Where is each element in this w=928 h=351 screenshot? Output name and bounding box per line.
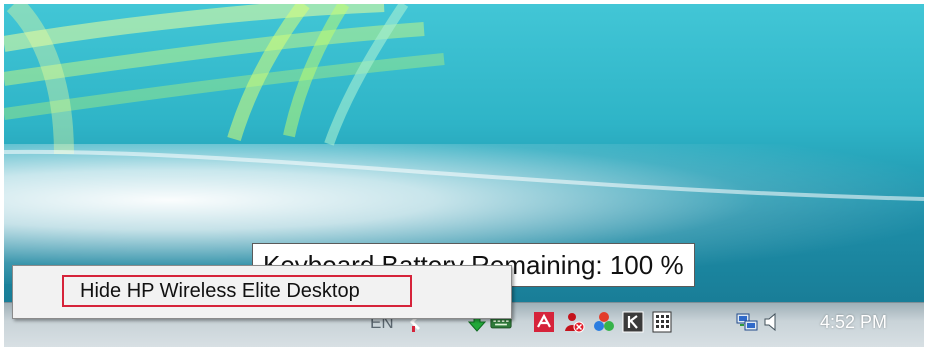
stripe-8 (4, 149, 924, 201)
colored-balls-icon[interactable] (593, 311, 615, 333)
hide-hp-wireless-desktop-menu-item[interactable]: Hide HP Wireless Elite Desktop (62, 275, 412, 307)
avira-icon[interactable] (533, 311, 555, 333)
network-icon[interactable] (736, 311, 758, 333)
grid-icon[interactable] (651, 311, 673, 333)
system-clock[interactable]: 4:52 PM (820, 312, 887, 333)
user-error-icon[interactable] (563, 311, 585, 333)
k-icon[interactable] (622, 311, 644, 333)
speaker-icon[interactable] (762, 311, 784, 333)
